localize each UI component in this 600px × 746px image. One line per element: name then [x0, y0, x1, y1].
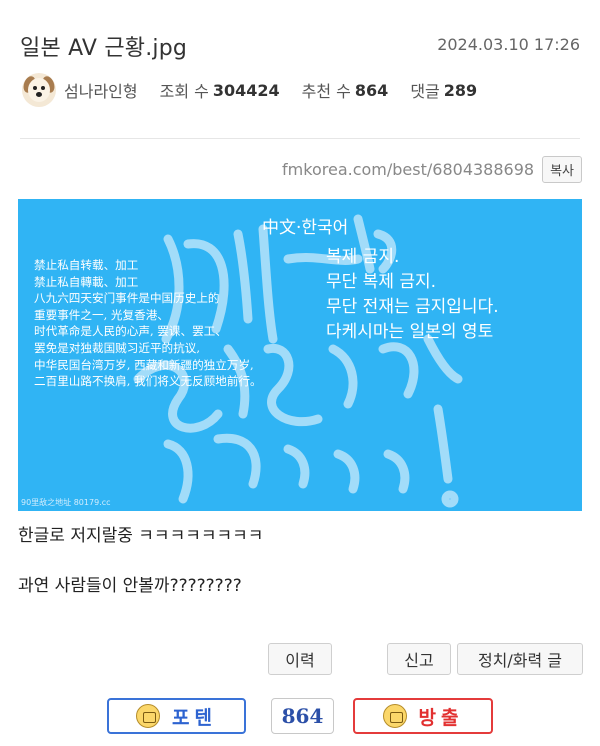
body-line: 과연 사람들이 안볼까???????? [18, 576, 242, 596]
image-zh-line: 重要事件之一, 光复香港、 [34, 307, 169, 322]
post-date: 2024.03.10 17:26 [437, 35, 580, 54]
post-url[interactable]: fmkorea.com/best/6804388698 [282, 160, 534, 179]
history-button[interactable]: 이력 [268, 643, 332, 675]
potten-upvote-button[interactable]: 포텐 [107, 698, 246, 734]
header-divider [20, 138, 580, 139]
vote-count: 864 [271, 698, 334, 734]
image-zh-line: 八九六四天安门事件是中国历史上的 [34, 291, 220, 306]
report-button[interactable]: 신고 [387, 643, 451, 675]
comments-label: 댓글 [410, 82, 440, 101]
image-korean-text: 복제 금지. 무단 복제 금지. 무단 전재는 금지입니다. 다케시마는 일본의… [326, 245, 499, 345]
recommend-count: 864 [354, 80, 389, 100]
downvote-label: 방출 [418, 706, 464, 729]
views-count: 304424 [212, 80, 280, 100]
image-ko-line: 무단 복제 금지. [326, 272, 437, 292]
post-meta: 섬나라인형 조회 수 304424 추천 수 864 댓글 289 [22, 73, 499, 107]
comments-count[interactable]: 289 [444, 81, 477, 100]
views-label: 조회 수 [159, 82, 209, 101]
copy-url-button[interactable]: 복사 [542, 156, 582, 183]
avatar[interactable] [22, 73, 56, 107]
image-heading: 中文·한국어 [262, 218, 349, 238]
bangchul-downvote-button[interactable]: 방출 [353, 698, 493, 734]
image-zh-line: 时代革命是人民的心声, 罢课、罢工、 [34, 324, 227, 339]
image-ko-line: 다케시마는 일본의 영토 [326, 322, 494, 342]
author-name[interactable]: 섬나라인형 [64, 78, 138, 102]
thumbs-down-icon [382, 704, 407, 728]
post-url-row: fmkorea.com/best/6804388698 복사 [282, 156, 582, 183]
image-zh-line: 中华民国台湾万岁, 西藏和新疆的独立万岁, [34, 357, 254, 372]
image-ko-line: 복제 금지. [326, 247, 400, 267]
post-body: 한글로 저지랄중 ㅋㅋㅋㅋㅋㅋㅋㅋ 과연 사람들이 안볼까???????? [18, 524, 263, 599]
thumbs-up-icon [136, 704, 161, 728]
image-zh-line: 禁止私自转载、加工 [34, 258, 139, 272]
image-zh-line: 二百里山路不换肩, 我们将义无反顾地前行。 [34, 374, 262, 389]
recommend-label: 추천 수 [301, 82, 351, 101]
category-button[interactable]: 정치/화력 글 [457, 643, 583, 675]
post-title: 일본 AV 근황.jpg [20, 36, 188, 61]
post-image: 中文·한국어 禁止私自转载、加工 禁止私自轉載、加工 八九六四天安门事件是中国历… [18, 199, 582, 511]
image-zh-line: 罢免是对独裁国贼习近平的抗议, [34, 340, 200, 355]
upvote-label: 포텐 [172, 706, 217, 729]
image-watermark-caption: 90里敌之地址 80179.cc [21, 498, 111, 507]
image-chinese-text: 禁止私自转载、加工 禁止私自轉載、加工 八九六四天安门事件是中国历史上的 重要事… [34, 257, 262, 390]
image-ko-line: 무단 전재는 금지입니다. [326, 297, 499, 317]
body-line: 한글로 저지랄중 ㅋㅋㅋㅋㅋㅋㅋㅋ [18, 526, 264, 546]
image-zh-line: 禁止私自轉載、加工 [34, 274, 139, 289]
